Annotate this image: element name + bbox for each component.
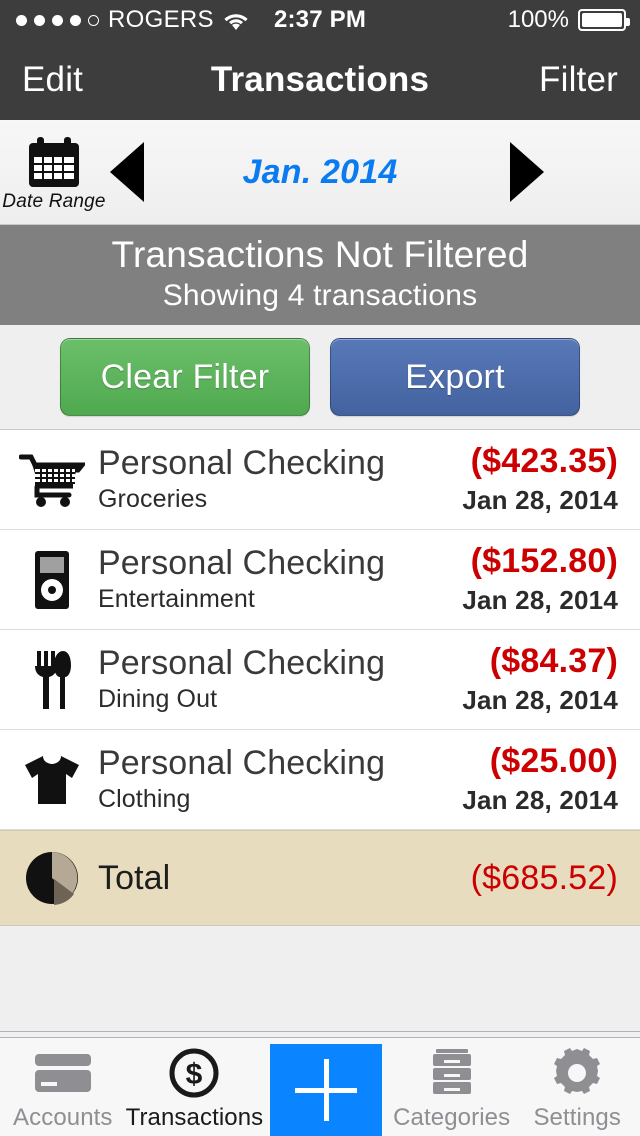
transaction-category: Clothing	[98, 785, 191, 814]
transaction-values: ($84.37) Jan 28, 2014	[462, 642, 618, 715]
transaction-date: Jan 28, 2014	[462, 784, 618, 815]
date-range-bar: Date Range Jan. 2014	[0, 120, 640, 225]
transaction-info: Personal Checking Clothing	[98, 743, 462, 815]
tab-label-accounts: Accounts	[13, 1104, 113, 1131]
status-bar: ROGERS 2:37 PM 100%	[0, 0, 640, 40]
transaction-amount: ($25.00)	[489, 742, 618, 781]
transaction-info: Personal Checking Groceries	[98, 443, 462, 515]
total-amount: ($685.52)	[470, 858, 618, 897]
total-row: Total ($685.52)	[0, 830, 640, 926]
status-bar-right: 100%	[507, 6, 630, 34]
total-label: Total	[98, 858, 171, 897]
pie-chart-icon	[14, 847, 90, 909]
previous-period-button[interactable]	[110, 142, 144, 202]
transaction-values: ($25.00) Jan 28, 2014	[462, 742, 618, 815]
date-range-button[interactable]: Date Range	[0, 131, 108, 213]
transaction-info: Personal Checking Dining Out	[98, 643, 462, 715]
gear-icon	[552, 1046, 602, 1100]
tab-label-transactions: Transactions	[125, 1104, 264, 1131]
transaction-amount: ($423.35)	[470, 442, 618, 481]
clear-filter-button[interactable]: Clear Filter	[60, 338, 310, 416]
svg-text:$: $	[186, 1058, 203, 1091]
empty-list-area	[0, 926, 640, 1032]
tshirt-icon	[14, 749, 90, 811]
music-player-icon	[14, 549, 90, 611]
battery-percent: 100%	[507, 6, 569, 33]
transaction-account: Personal Checking	[98, 643, 386, 682]
export-button[interactable]: Export	[330, 338, 580, 416]
table-row[interactable]: Personal Checking Clothing ($25.00) Jan …	[0, 730, 640, 830]
action-button-bar: Clear Filter Export	[0, 325, 640, 430]
calendar-icon	[26, 135, 82, 189]
file-cabinet-icon	[430, 1046, 474, 1100]
credit-card-icon	[33, 1046, 93, 1100]
tab-add-transaction[interactable]	[263, 1038, 389, 1136]
transaction-date: Jan 28, 2014	[462, 584, 618, 615]
filter-status-title: Transactions Not Filtered	[111, 233, 529, 275]
transaction-info: Personal Checking Entertainment	[98, 543, 462, 615]
transaction-account: Personal Checking	[98, 543, 386, 582]
fork-knife-icon	[14, 649, 90, 711]
tab-bar: Accounts $ Transactions Categories Setti…	[0, 1037, 640, 1136]
battery-icon	[578, 9, 630, 31]
plus-icon[interactable]	[270, 1041, 383, 1136]
transaction-list: Personal Checking Groceries ($423.35) Ja…	[0, 430, 640, 1032]
app-screen: ROGERS 2:37 PM 100% Edit Transactions Fi…	[0, 0, 640, 1136]
transaction-category: Groceries	[98, 485, 208, 514]
transaction-amount: ($152.80)	[470, 542, 618, 581]
transaction-date: Jan 28, 2014	[462, 484, 618, 515]
table-row[interactable]: Personal Checking Entertainment ($152.80…	[0, 530, 640, 630]
tab-categories[interactable]: Categories	[389, 1038, 515, 1136]
tab-transactions[interactable]: $ Transactions	[126, 1038, 264, 1136]
tab-settings[interactable]: Settings	[514, 1038, 640, 1136]
date-range-label: Date Range	[2, 191, 106, 212]
transaction-date: Jan 28, 2014	[462, 684, 618, 715]
next-period-button[interactable]	[510, 142, 544, 202]
transaction-category: Dining Out	[98, 685, 218, 714]
table-row[interactable]: Personal Checking Dining Out ($84.37) Ja…	[0, 630, 640, 730]
table-row[interactable]: Personal Checking Groceries ($423.35) Ja…	[0, 430, 640, 530]
tab-label-settings: Settings	[533, 1104, 621, 1131]
shopping-cart-icon	[14, 449, 90, 511]
filter-status-subtitle: Showing 4 transactions	[162, 278, 478, 312]
dollar-circle-icon: $	[169, 1046, 219, 1100]
transaction-account: Personal Checking	[98, 443, 386, 482]
transaction-values: ($423.35) Jan 28, 2014	[462, 442, 618, 515]
edit-button[interactable]: Edit	[22, 60, 83, 100]
transaction-category: Entertainment	[98, 585, 255, 614]
tab-label-categories: Categories	[393, 1104, 511, 1131]
filter-status-banner: Transactions Not Filtered Showing 4 tran…	[0, 225, 640, 325]
navigation-bar: Edit Transactions Filter	[0, 40, 640, 120]
tab-accounts[interactable]: Accounts	[0, 1038, 126, 1136]
transaction-account: Personal Checking	[98, 743, 386, 782]
transaction-values: ($152.80) Jan 28, 2014	[462, 542, 618, 615]
filter-button[interactable]: Filter	[539, 60, 618, 100]
transaction-amount: ($84.37)	[489, 642, 618, 681]
